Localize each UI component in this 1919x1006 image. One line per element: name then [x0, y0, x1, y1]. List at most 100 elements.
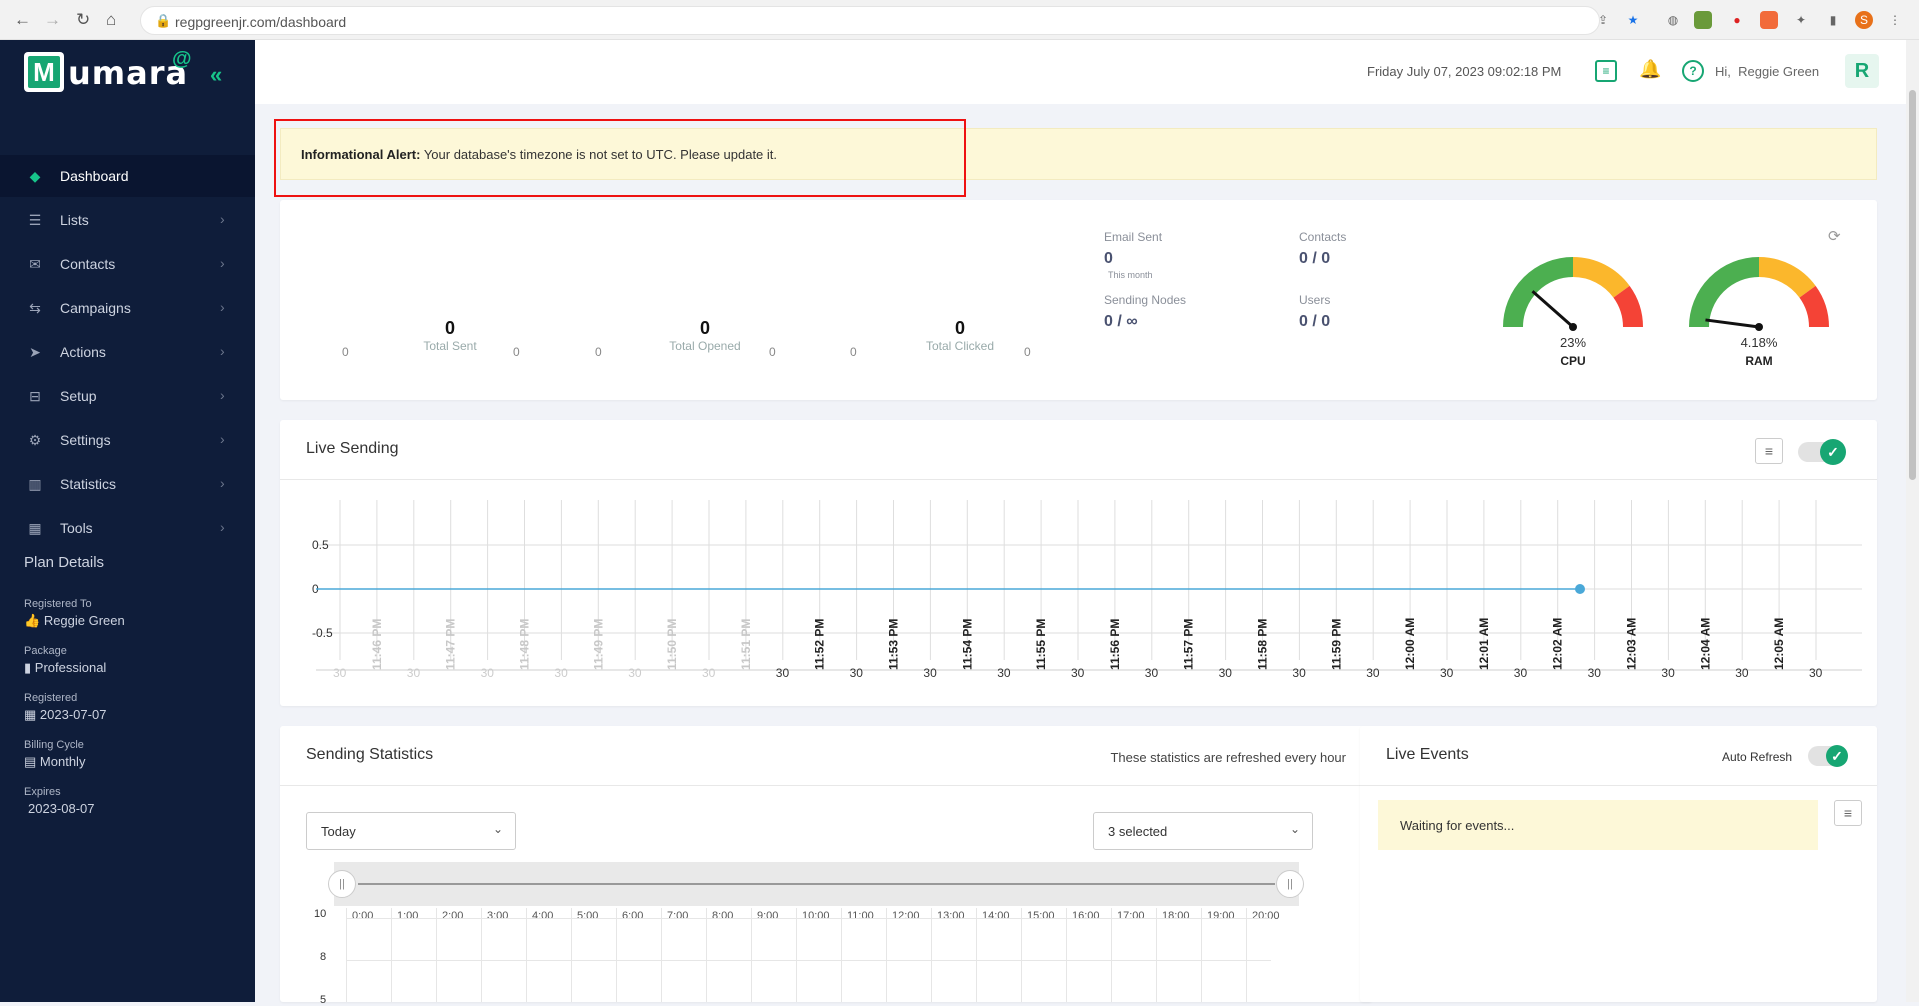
scrollbar-thumb[interactable] — [1909, 90, 1916, 480]
share-icon[interactable]: ⇪ — [1594, 11, 1612, 29]
x-tick-label: 12:05 AM — [1772, 618, 1786, 670]
registered-to-value: 👍 Reggie Green — [24, 613, 125, 629]
forward-icon[interactable]: → — [44, 10, 61, 30]
auto-refresh-label: Auto Refresh — [1722, 750, 1793, 764]
refresh-icon[interactable]: ⟳ — [1828, 227, 1841, 245]
clipboard-icon[interactable]: ≡ — [1595, 60, 1617, 82]
url-text: regpgreenjr.com/dashboard — [175, 14, 347, 30]
puzzle-icon[interactable]: ✦ — [1792, 11, 1810, 29]
sidebar-item-contacts[interactable]: ✉ Contacts › — [0, 243, 255, 285]
address-bar[interactable]: 🔒 regpgreenjr.com/dashboard — [140, 6, 1600, 35]
card-divider — [1360, 785, 1877, 786]
auto-refresh-toggle[interactable]: ✓ — [1808, 745, 1848, 767]
logo-at: @ — [172, 48, 192, 70]
sidebar-item-actions[interactable]: ➤ Actions › — [0, 331, 255, 373]
cpu-gauge-dial — [1503, 257, 1643, 331]
x-tick-label: 12:01 AM — [1477, 618, 1491, 670]
waiting-events-notice: Waiting for events... — [1378, 800, 1818, 850]
contacts-value: 0 / 0 — [1299, 250, 1331, 267]
slider-handle-start[interactable]: || — [328, 870, 356, 898]
x-tick-label: 11:53 PM — [887, 619, 901, 670]
grid-line — [1066, 908, 1067, 1002]
extension-icon[interactable] — [1694, 11, 1712, 29]
profile-avatar[interactable]: S — [1855, 11, 1873, 29]
total-opened-value: 0 — [699, 318, 710, 338]
sidebar-item-setup[interactable]: ⊟ Setup › — [0, 375, 255, 417]
ram-gauge: 4.18% RAM — [1684, 255, 1834, 375]
help-icon[interactable]: ? — [1682, 60, 1704, 82]
home-icon[interactable]: ⌂ — [106, 10, 116, 30]
ram-band-1 — [1758, 257, 1816, 298]
x-tick-label: 30 — [702, 666, 716, 680]
cpu-needle — [1531, 290, 1574, 329]
x-tick-label: 30 — [481, 666, 495, 680]
avatar[interactable]: R — [1845, 54, 1879, 88]
clicked-left-value: 0 — [850, 345, 857, 359]
events-menu-button[interactable]: ≡ — [1834, 800, 1862, 826]
x-tick-label: 30 — [1809, 666, 1823, 680]
kebab-menu-icon[interactable]: ⋮ — [1886, 11, 1904, 29]
grid-line — [526, 908, 527, 1002]
x-tick-label: 30 — [628, 666, 642, 680]
clicked-right-value: 0 — [1024, 345, 1031, 359]
card-divider — [280, 785, 1372, 786]
x-tick-label: 11:58 PM — [1256, 619, 1270, 670]
x-tick-label: 11:54 PM — [960, 619, 974, 670]
sidebar-item-tools[interactable]: ▦ Tools › — [0, 507, 255, 549]
chevron-right-icon: › — [220, 255, 225, 271]
series-multiselect[interactable]: 3 selected ⌄ — [1093, 812, 1313, 850]
x-tick-label: 11:51 PM — [739, 619, 753, 670]
sidebar-item-campaigns[interactable]: ⇆ Campaigns › — [0, 287, 255, 329]
sidebar-item-lists[interactable]: ☰ Lists › — [0, 199, 255, 241]
list-icon: ☰ — [28, 212, 42, 228]
email-sent-sub: This month — [1108, 270, 1153, 280]
sidebar-item-dashboard[interactable]: ◆ Dashboard — [0, 155, 255, 197]
grid-line — [751, 908, 752, 1002]
live-sending-toggle[interactable]: ✓ — [1798, 439, 1846, 465]
x-tick-label: 30 — [776, 666, 790, 680]
x-tick-label: 30 — [407, 666, 421, 680]
back-icon[interactable]: ← — [14, 10, 31, 30]
y-tick-label: 0.5 — [312, 538, 329, 552]
sidebar-item-label: Lists — [60, 212, 89, 228]
chevron-down-icon: ⌄ — [1289, 822, 1300, 836]
x-tick-label: 11:47 PM — [444, 619, 458, 670]
x-tick-label: 30 — [1661, 666, 1675, 680]
sidebar-item-settings[interactable]: ⚙ Settings › — [0, 419, 255, 461]
x-tick-label: 11:49 PM — [591, 619, 605, 670]
globe-extension-icon[interactable]: ◍ — [1664, 11, 1682, 29]
chevron-right-icon: › — [220, 519, 225, 535]
reload-icon[interactable]: ↻ — [76, 10, 90, 30]
slider-handle-end[interactable]: || — [1276, 870, 1304, 898]
time-range-slider[interactable]: || || 0:00 1:00 2:00 3:00 4:00 5:00 6:00 7:00 8:… — [328, 862, 1304, 922]
calendar-icon: ▦ — [24, 707, 37, 722]
x-tick-label: 12:02 AM — [1551, 618, 1565, 670]
x-tick-label: 30 — [850, 666, 864, 680]
collapse-sidebar-icon[interactable]: « — [210, 62, 222, 88]
total-clicked-label: Total Clicked — [925, 339, 995, 353]
registered-text: 2023-07-07 — [39, 707, 107, 722]
page-scrollbar[interactable] — [1906, 40, 1919, 1002]
sending-nodes-label: Sending Nodes — [1104, 293, 1187, 307]
exchange-icon: ⇆ — [29, 300, 41, 316]
user-greeting[interactable]: Hi, Reggie Green — [1715, 64, 1819, 79]
period-select[interactable]: Today ⌄ — [306, 812, 516, 850]
alert-text: Informational Alert: Your database's tim… — [301, 147, 777, 162]
grid-line — [886, 908, 887, 1002]
ram-gauge-dial — [1689, 257, 1829, 331]
bookmark-star-icon[interactable]: ★ — [1624, 11, 1642, 29]
extension-icon-2[interactable] — [1760, 11, 1778, 29]
chart-menu-button[interactable]: ≡ — [1755, 438, 1783, 464]
sidebar-item-label: Campaigns — [60, 300, 131, 316]
x-tick-label: 30 — [1219, 666, 1233, 680]
y-tick-label: -0.5 — [312, 626, 333, 640]
cpu-band-1 — [1572, 257, 1630, 298]
record-extension-icon[interactable]: ● — [1728, 11, 1746, 29]
statistics-chart-area — [346, 908, 1346, 1002]
opened-right-value: 0 — [769, 345, 776, 359]
bell-icon[interactable]: 🔔 — [1639, 60, 1661, 82]
sidebar-item-label: Dashboard — [60, 168, 129, 184]
sidepanel-icon[interactable]: ▮ — [1824, 11, 1842, 29]
sidebar-item-statistics[interactable]: ▥ Statistics › — [0, 463, 255, 505]
y-tick-label: 8 — [320, 951, 327, 963]
